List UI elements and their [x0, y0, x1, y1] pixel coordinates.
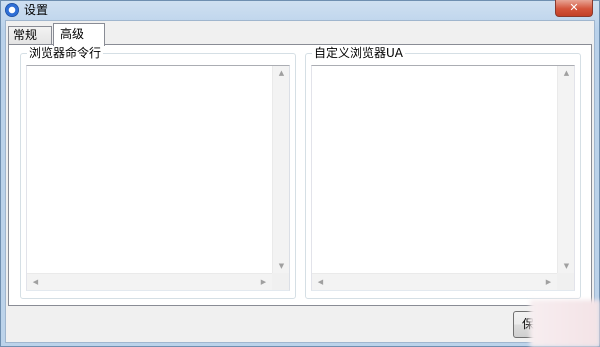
- title-bar[interactable]: 设置 ✕: [1, 0, 599, 19]
- scroll-left-icon[interactable]: ◀: [312, 278, 329, 286]
- vertical-scrollbar[interactable]: ▲ ▼: [272, 66, 289, 273]
- scroll-down-icon[interactable]: ▼: [558, 262, 575, 270]
- browser-command-line-group: 浏览器命令行 ▲ ▼ ◀ ▶: [20, 46, 296, 299]
- scroll-up-icon[interactable]: ▲: [273, 69, 290, 77]
- browser-command-line-label: 浏览器命令行: [27, 46, 104, 60]
- scroll-right-icon[interactable]: ▶: [540, 278, 557, 286]
- scroll-right-icon[interactable]: ▶: [255, 278, 272, 286]
- horizontal-scrollbar[interactable]: ◀ ▶: [312, 273, 557, 290]
- dialog-body: 常规 高级 浏览器命令行 ▲ ▼ ◀ ▶ 自定义浏览器UA ▲ ▼ ◀ ▶ 保: [5, 20, 595, 343]
- custom-browser-ua-label: 自定义浏览器UA: [312, 46, 405, 60]
- button-bar: 保: [6, 307, 594, 342]
- vertical-scrollbar[interactable]: ▲ ▼: [557, 66, 574, 273]
- tab-panel-advanced: 浏览器命令行 ▲ ▼ ◀ ▶ 自定义浏览器UA ▲ ▼ ◀ ▶: [8, 44, 592, 306]
- close-button[interactable]: ✕: [555, 0, 593, 17]
- browser-command-line-textarea[interactable]: ▲ ▼ ◀ ▶: [26, 65, 290, 291]
- horizontal-scrollbar[interactable]: ◀ ▶: [27, 273, 272, 290]
- scroll-down-icon[interactable]: ▼: [273, 262, 290, 270]
- scroll-up-icon[interactable]: ▲: [558, 69, 575, 77]
- tab-advanced[interactable]: 高级: [53, 23, 105, 46]
- scroll-left-icon[interactable]: ◀: [27, 278, 44, 286]
- scrollbar-corner: [272, 273, 289, 290]
- blurred-region: [530, 300, 600, 347]
- settings-window: 设置 ✕ 常规 高级 浏览器命令行 ▲ ▼ ◀ ▶ 自定义浏览器UA ▲ ▼ ◀…: [0, 0, 600, 347]
- scrollbar-corner: [557, 273, 574, 290]
- close-icon: ✕: [569, 1, 579, 14]
- app-logo-icon: [5, 3, 19, 17]
- custom-browser-ua-group: 自定义浏览器UA ▲ ▼ ◀ ▶: [305, 46, 581, 299]
- custom-browser-ua-textarea[interactable]: ▲ ▼ ◀ ▶: [311, 65, 575, 291]
- window-title: 设置: [24, 3, 49, 17]
- tab-general[interactable]: 常规: [8, 26, 52, 45]
